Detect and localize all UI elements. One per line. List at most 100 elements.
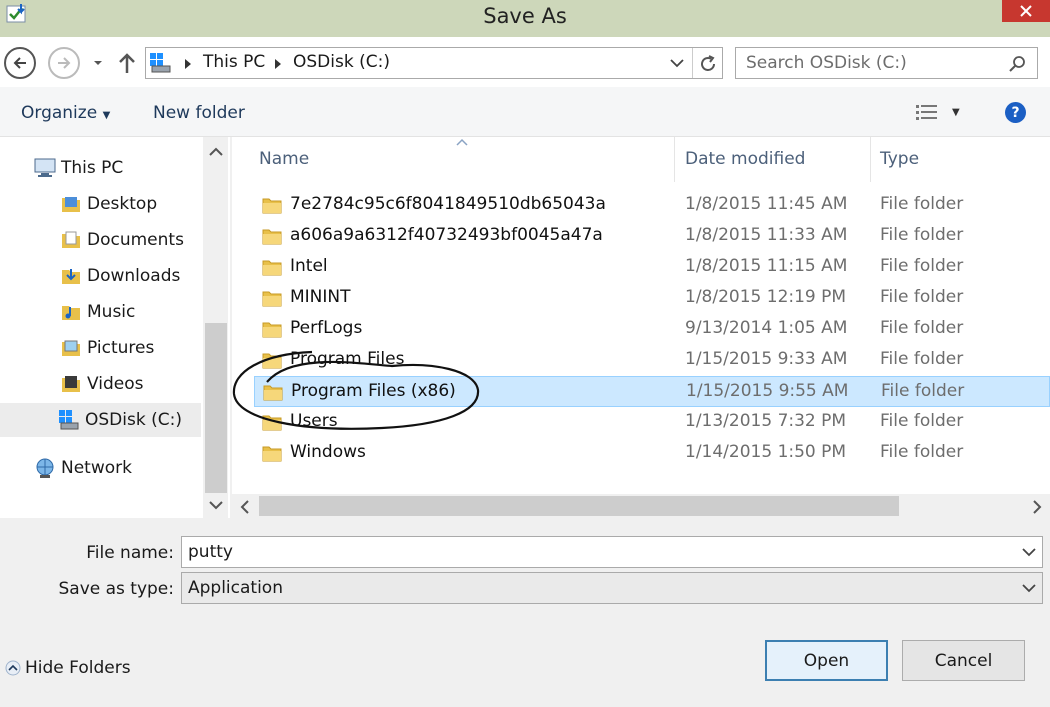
nav-music[interactable]: Music xyxy=(60,295,135,329)
pictures-folder-icon xyxy=(62,340,80,356)
recent-locations-icon[interactable] xyxy=(92,58,104,68)
file-type: File folder xyxy=(880,318,964,338)
file-name: Windows xyxy=(290,442,366,462)
up-arrow-icon[interactable] xyxy=(117,51,137,75)
search-icon[interactable] xyxy=(1009,55,1027,73)
horizontal-scrollbar[interactable] xyxy=(232,494,1050,518)
file-type: File folder xyxy=(880,287,964,307)
dropdown-arrow-icon: ▼ xyxy=(102,110,111,121)
nav-videos[interactable]: Videos xyxy=(60,367,144,401)
file-type: File folder xyxy=(880,256,964,276)
file-type: File folder xyxy=(880,194,964,214)
hide-folders-label: Hide Folders xyxy=(25,658,131,678)
save-type-select[interactable]: Application xyxy=(181,572,1043,604)
search-placeholder: Search OSDisk (C:) xyxy=(746,53,907,73)
command-toolbar: Organize ▼ New folder ▼ ? xyxy=(0,87,1050,137)
nav-this-pc[interactable]: This PC xyxy=(34,151,123,185)
file-row[interactable]: Windows 1/14/2015 1:50 PM File folder xyxy=(254,438,1050,469)
new-folder-button[interactable]: New folder xyxy=(153,103,245,123)
view-options-icon[interactable] xyxy=(916,104,938,122)
folder-icon xyxy=(262,198,282,214)
search-input[interactable]: Search OSDisk (C:) xyxy=(735,47,1038,79)
scroll-thumb[interactable] xyxy=(259,496,899,516)
file-date: 1/15/2015 9:33 AM xyxy=(685,349,848,369)
column-header-name[interactable]: Name xyxy=(259,149,309,169)
scroll-left-icon[interactable] xyxy=(240,500,250,514)
music-folder-icon xyxy=(62,306,80,320)
scroll-right-icon[interactable] xyxy=(1032,500,1042,514)
network-icon xyxy=(36,458,54,478)
back-button[interactable] xyxy=(4,47,36,79)
chevron-down-icon[interactable] xyxy=(1022,583,1036,593)
file-name: Intel xyxy=(290,256,328,276)
nav-scrollbar[interactable] xyxy=(203,137,228,518)
file-date: 1/15/2015 9:55 AM xyxy=(686,381,849,401)
hide-folders-toggle[interactable]: Hide Folders xyxy=(5,658,131,678)
annotation-circle xyxy=(232,350,480,430)
sort-ascending-icon xyxy=(456,138,468,146)
chevron-down-icon[interactable] xyxy=(670,58,684,68)
file-name-label: File name: xyxy=(86,543,174,563)
nav-osdisk[interactable]: OSDisk (C:) xyxy=(0,403,201,437)
file-date: 1/8/2015 11:15 AM xyxy=(685,256,848,276)
videos-folder-icon xyxy=(62,376,80,392)
navigation-pane: This PC Desktop Documents Downloads Musi… xyxy=(0,137,230,518)
window-title: Save As xyxy=(483,4,567,28)
file-type: File folder xyxy=(880,411,964,431)
organize-button[interactable]: Organize ▼ xyxy=(21,103,110,123)
arrow-left-icon xyxy=(13,57,26,69)
nav-downloads[interactable]: Downloads xyxy=(60,259,180,293)
file-date: 1/8/2015 11:45 AM xyxy=(685,194,848,214)
nav-desktop[interactable]: Desktop xyxy=(60,187,157,221)
breadcrumb-this-pc[interactable]: This PC xyxy=(203,52,265,72)
desktop-folder-icon xyxy=(62,197,80,212)
scroll-up-icon[interactable] xyxy=(209,147,223,157)
folder-icon xyxy=(262,229,282,245)
file-name: PerfLogs xyxy=(290,318,363,338)
nav-documents[interactable]: Documents xyxy=(60,223,184,257)
file-row[interactable]: Intel 1/8/2015 11:15 AM File folder xyxy=(254,252,1050,283)
file-row[interactable]: PerfLogs 9/13/2014 1:05 AM File folder xyxy=(254,314,1050,345)
scroll-down-icon[interactable] xyxy=(209,500,223,510)
column-divider[interactable] xyxy=(870,137,871,182)
file-date: 1/14/2015 1:50 PM xyxy=(685,442,847,462)
column-header-type[interactable]: Type xyxy=(880,149,919,169)
nav-network[interactable]: Network xyxy=(34,451,132,485)
arrow-right-icon xyxy=(58,57,71,69)
computer-icon xyxy=(34,158,56,177)
chevron-up-circle-icon xyxy=(5,660,21,676)
column-divider[interactable] xyxy=(674,137,675,182)
cancel-button[interactable]: Cancel xyxy=(902,640,1025,681)
file-date: 1/8/2015 11:33 AM xyxy=(685,225,848,245)
title-bar: Save As xyxy=(0,0,1050,37)
file-date: 9/13/2014 1:05 AM xyxy=(685,318,848,338)
refresh-icon[interactable] xyxy=(698,54,718,74)
help-icon[interactable]: ? xyxy=(1005,102,1026,123)
scroll-thumb[interactable] xyxy=(205,323,227,493)
documents-folder-icon xyxy=(62,231,80,248)
nav-pictures[interactable]: Pictures xyxy=(60,331,154,365)
file-name-input[interactable]: putty xyxy=(181,536,1043,568)
file-row[interactable]: a606a9a6312f40732493bf0045a47a 1/8/2015 1… xyxy=(254,221,1050,252)
file-name-value: putty xyxy=(188,542,233,562)
save-form: File name: putty Save as type: Applicati… xyxy=(0,518,1050,707)
drive-icon xyxy=(59,410,79,430)
file-row[interactable]: 7e2784c95c6f8041849510db65043a 1/8/2015 1… xyxy=(254,190,1050,221)
file-type: File folder xyxy=(880,349,964,369)
column-header-date[interactable]: Date modified xyxy=(685,149,805,169)
folder-icon xyxy=(262,446,282,462)
file-type: File folder xyxy=(880,442,964,462)
view-dropdown-icon[interactable]: ▼ xyxy=(952,107,960,118)
close-button[interactable] xyxy=(1002,0,1050,22)
file-row[interactable]: MININT 1/8/2015 12:19 PM File folder xyxy=(254,283,1050,314)
chevron-right-icon xyxy=(185,59,191,69)
address-bar[interactable]: This PC OSDisk (C:) xyxy=(145,47,723,79)
open-button[interactable]: Open xyxy=(765,640,888,681)
downloads-folder-icon xyxy=(62,269,80,284)
breadcrumb-osdisk[interactable]: OSDisk (C:) xyxy=(293,52,390,72)
forward-button[interactable] xyxy=(48,47,80,79)
file-date: 1/13/2015 7:32 PM xyxy=(685,411,847,431)
chevron-down-icon[interactable] xyxy=(1022,547,1036,557)
address-row: This PC OSDisk (C:) Search OSDisk (C:) xyxy=(0,37,1050,87)
file-name: a606a9a6312f40732493bf0045a47a xyxy=(290,225,603,245)
